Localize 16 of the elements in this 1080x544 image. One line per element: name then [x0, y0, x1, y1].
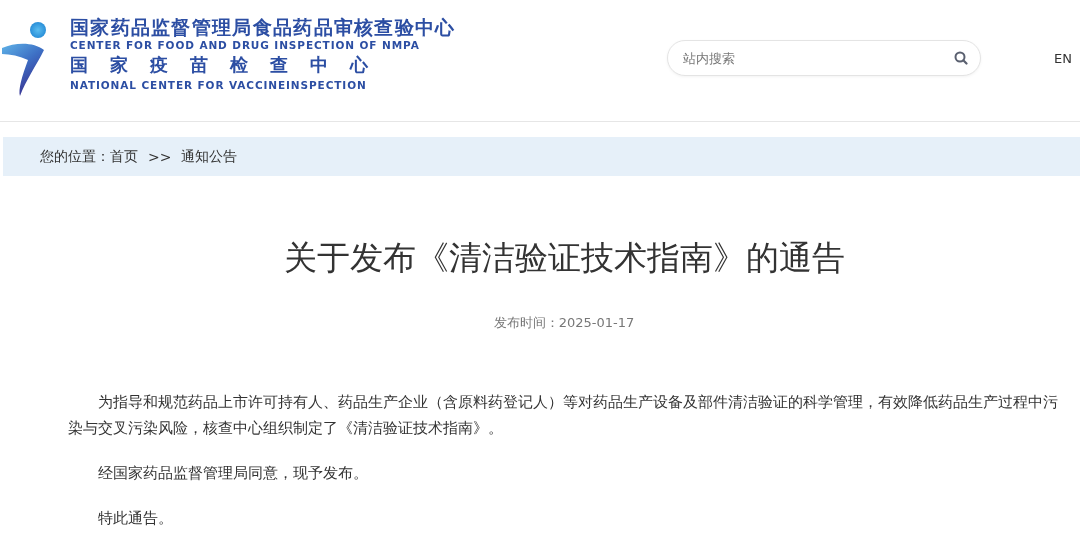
- article-title: 关于发布《清洁验证技术指南》的通告: [282, 237, 846, 279]
- search-icon[interactable]: [954, 51, 969, 65]
- publish-date: 发布时间：2025-01-17: [492, 314, 636, 332]
- article-paragraph: 特此通告。: [97, 508, 174, 529]
- search-field[interactable]: 站内搜索: [667, 40, 982, 76]
- breadcrumb-link[interactable]: 通知公告: [181, 147, 238, 166]
- logo-title: 国家疫苗检查中心: [70, 56, 391, 77]
- breadcrumb-link[interactable]: 首页: [110, 147, 138, 166]
- logo-subtitle: NATIONAL CENTER FOR VACCINEINSPECTION: [70, 80, 368, 91]
- breadcrumb-label: 您的位置：: [40, 147, 110, 166]
- language-link[interactable]: EN: [1054, 50, 1072, 66]
- article-paragraph: 经国家药品监督管理局同意，现予发布。: [97, 463, 369, 484]
- logo-title: 国家药品监督管理局食品药品审核查验中心: [70, 18, 456, 40]
- logo-subtitle: CENTER FOR FOOD AND DRUG INSPECTION OF NMPA: [70, 40, 421, 53]
- breadcrumb-separator: >>: [148, 148, 172, 165]
- article-paragraph: 为指导和规范药品上市许可持有人、药品生产企业（含原料药登记人）等对药品生产设备及部件清洁验证的科学管理，有效降低药品生产过程中污染与交叉污染风险，核查中心组织制定了《清洁验证技术指南》。: [68, 392, 1059, 439]
